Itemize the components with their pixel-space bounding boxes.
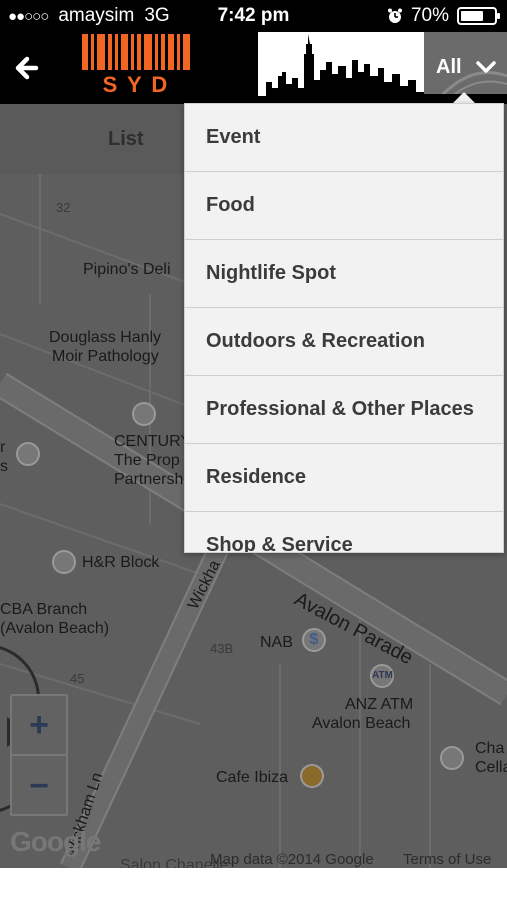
barcode-bar bbox=[120, 34, 128, 70]
menu-item-event[interactable]: Event bbox=[185, 104, 503, 172]
app-header: S Y D All bbox=[0, 32, 507, 104]
syd-logo: S Y D bbox=[82, 32, 190, 98]
shopping-bag-icon[interactable] bbox=[440, 746, 464, 770]
place-label-hr-block: H&R Block bbox=[82, 554, 160, 571]
place-label-douglass-1: Douglass Hanly bbox=[49, 329, 162, 346]
menu-item-nightlife-spot[interactable]: Nightlife Spot bbox=[185, 240, 503, 308]
place-label-century-1: CENTURY bbox=[114, 433, 192, 450]
poi-marker[interactable] bbox=[132, 402, 156, 426]
barcode-bar bbox=[183, 34, 190, 70]
street-number: 45 bbox=[70, 671, 85, 686]
place-label-anz-1: ANZ ATM bbox=[345, 696, 414, 713]
place-label-cha-2: Cella bbox=[475, 759, 507, 776]
dollar-glyph: $ bbox=[309, 631, 319, 648]
logo-text: S Y D bbox=[102, 72, 170, 97]
category-dropdown-menu: Event Food Nightlife Spot Outdoors & Rec… bbox=[184, 103, 504, 553]
place-label-edge-r: r bbox=[0, 439, 6, 456]
barcode-bar bbox=[177, 34, 181, 70]
place-label-cafe-ibiza: Cafe Ibiza bbox=[216, 769, 289, 786]
menu-item-outdoors-recreation[interactable]: Outdoors & Recreation bbox=[185, 308, 503, 376]
place-label-edge-s: s bbox=[0, 458, 8, 475]
arrow-left-icon[interactable] bbox=[10, 48, 44, 88]
place-label-cba-2: (Avalon Beach) bbox=[0, 620, 110, 637]
terms-of-use-link[interactable]: Terms of Use bbox=[403, 851, 491, 868]
map-data-attribution: Map data ©2014 Google bbox=[210, 851, 374, 868]
barcode-bar bbox=[90, 34, 94, 70]
filter-label: All bbox=[436, 56, 462, 78]
zoom-out-button[interactable]: − bbox=[12, 756, 66, 816]
battery-icon bbox=[457, 7, 500, 25]
coffee-cup-icon[interactable] bbox=[300, 764, 324, 788]
place-label-douglass-2: Moir Pathology bbox=[52, 348, 159, 365]
atm-icon[interactable]: ATM bbox=[370, 664, 394, 688]
poi-marker[interactable] bbox=[52, 550, 76, 574]
place-label-cba-1: CBA Branch bbox=[0, 601, 88, 618]
barcode-bar bbox=[155, 34, 159, 70]
barcode-bar bbox=[82, 34, 88, 70]
barcode-bar bbox=[161, 34, 166, 70]
place-label-cha-1: Cha bbox=[475, 740, 505, 757]
street-number: 32 bbox=[56, 200, 71, 215]
place-label-nab: NAB bbox=[260, 634, 293, 651]
place-label-anz-2: Avalon Beach bbox=[312, 715, 411, 732]
tab-list-label: List bbox=[108, 128, 144, 150]
google-logo: Google bbox=[10, 826, 101, 857]
place-label-pipinos: Pipino's Deli bbox=[83, 261, 171, 278]
menu-item-shop-service[interactable]: Shop & Service bbox=[185, 512, 503, 552]
zoom-control: + − bbox=[10, 694, 68, 816]
barcode-bar bbox=[96, 34, 105, 70]
shopping-bag-icon[interactable] bbox=[16, 442, 40, 466]
atm-glyph: ATM bbox=[372, 670, 393, 681]
chevron-down-icon bbox=[476, 61, 496, 73]
barcode-bar bbox=[136, 34, 142, 70]
zoom-in-button[interactable]: + bbox=[12, 696, 66, 756]
place-label-century-3: Partnersh bbox=[114, 471, 184, 488]
barcode-graphic bbox=[82, 34, 190, 70]
dollar-icon[interactable]: $ bbox=[302, 628, 326, 652]
sydney-skyline-image bbox=[258, 32, 424, 104]
place-label-century-2: The Prop bbox=[114, 452, 180, 469]
menu-item-professional-other-places[interactable]: Professional & Other Places bbox=[185, 376, 503, 444]
menu-item-food[interactable]: Food bbox=[185, 172, 503, 240]
barcode-bar bbox=[168, 34, 175, 70]
status-right: 70% bbox=[387, 5, 500, 27]
barcode-bar bbox=[107, 34, 112, 70]
barcode-bar bbox=[130, 34, 134, 70]
battery-percent: 70% bbox=[410, 5, 449, 26]
alarm-clock-icon bbox=[387, 8, 402, 23]
bottom-margin bbox=[0, 868, 507, 900]
status-bar: ●●○○○ amaysim 3G 7:42 pm 70% bbox=[0, 0, 507, 32]
barcode-bar bbox=[144, 34, 153, 70]
menu-item-residence[interactable]: Residence bbox=[185, 444, 503, 512]
barcode-bar bbox=[114, 34, 118, 70]
street-number: 43B bbox=[210, 641, 234, 656]
